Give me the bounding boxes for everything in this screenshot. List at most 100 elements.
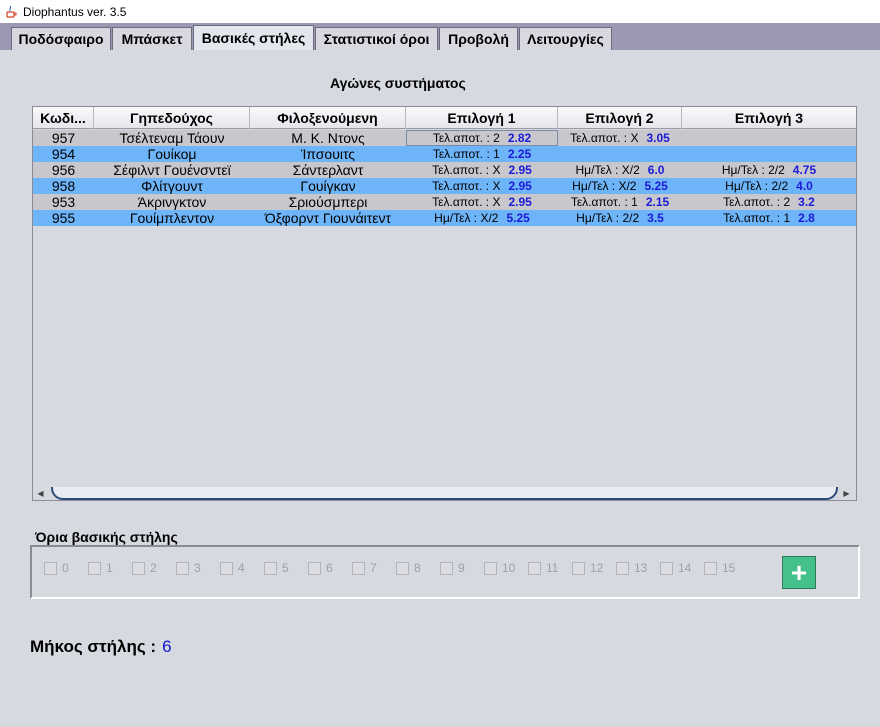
cell-pick-1[interactable]: Τελ.αποτ. : Χ 2.95 — [406, 194, 558, 210]
limit-checkbox-8[interactable]: 8 — [396, 560, 421, 576]
table-header: Κωδι... Γηπεδούχος Φιλοξενούμενη Επιλογή… — [33, 107, 856, 129]
cell-pick-3[interactable]: Ημ/Τελ : 2/2 4.0 — [682, 178, 856, 194]
cell-code[interactable]: 957 — [33, 130, 94, 146]
cell-pick-3[interactable]: Τελ.αποτ. : 1 2.8 — [682, 210, 856, 226]
tab-football[interactable]: Ποδόσφαιρο — [11, 27, 111, 50]
cell-away[interactable]: Μ. Κ. Ντονς — [250, 130, 406, 146]
limit-checkbox-4[interactable]: 4 — [220, 560, 245, 576]
cell-home[interactable]: Γουίμπλεντον — [94, 210, 250, 226]
limit-checkbox-13[interactable]: 13 — [616, 560, 647, 576]
limit-checkbox-1[interactable]: 1 — [88, 560, 113, 576]
cell-pick-2[interactable]: Τελ.αποτ. : 1 2.15 — [558, 194, 682, 210]
cell-away[interactable]: Ίπσουιτς — [250, 146, 406, 162]
cell-pick-3[interactable] — [682, 146, 856, 162]
tab-statistical-terms[interactable]: Στατιστικοί όροι — [315, 27, 438, 50]
cell-home[interactable]: Φλίτγουντ — [94, 178, 250, 194]
cell-pick-3[interactable]: Τελ.αποτ. : 2 3.2 — [682, 194, 856, 210]
pick-label: Ημ/Τελ : Χ/2 — [434, 211, 499, 225]
column-header-pick-1[interactable]: Επιλογή 1 — [406, 107, 558, 129]
checkbox-box[interactable] — [396, 561, 409, 575]
cell-pick-2[interactable]: Τελ.αποτ. : Χ 3.05 — [558, 130, 682, 146]
checkbox-box[interactable] — [528, 561, 541, 575]
limit-checkbox-11[interactable]: 11 — [528, 560, 558, 576]
cell-code[interactable]: 954 — [33, 146, 94, 162]
checkbox-label: 12 — [590, 561, 604, 575]
cell-home[interactable]: Άκρινγκτον — [94, 194, 250, 210]
checkbox-box[interactable] — [220, 561, 233, 575]
checkbox-box[interactable] — [660, 561, 673, 575]
tab-functions[interactable]: Λειτουργίες — [519, 27, 612, 50]
limit-checkbox-5[interactable]: 5 — [264, 560, 289, 576]
column-header-code[interactable]: Κωδι... — [33, 107, 94, 129]
checkbox-box[interactable] — [132, 561, 145, 575]
column-header-pick-3[interactable]: Επιλογή 3 — [682, 107, 856, 129]
java-app-icon — [3, 4, 19, 20]
checkbox-box[interactable] — [176, 561, 189, 575]
cell-pick-1[interactable]: Ημ/Τελ : Χ/2 5.25 — [406, 210, 558, 226]
limit-checkbox-10[interactable]: 10 — [484, 560, 515, 576]
pick-odd-value: 2.82 — [507, 131, 532, 145]
cell-home[interactable]: Τσέλτεναμ Τάουν — [94, 130, 250, 146]
limit-checkbox-12[interactable]: 12 — [572, 560, 603, 576]
pick-label: Τελ.αποτ. : 2 — [723, 195, 791, 209]
table-row[interactable]: 958 Φλίτγουντ Γουίγκαν Τελ.αποτ. : Χ 2.95 Ημ/… — [33, 178, 856, 194]
cell-home[interactable]: Σέφιλντ Γουένσντεϊ — [94, 162, 250, 178]
pick-odd-value: 2.15 — [645, 195, 670, 209]
limit-checkbox-15[interactable]: 15 — [704, 560, 735, 576]
cell-pick-3[interactable] — [682, 130, 856, 146]
cell-pick-2[interactable]: Ημ/Τελ : Χ/2 6.0 — [558, 162, 682, 178]
limit-checkbox-7[interactable]: 7 — [352, 560, 377, 576]
checkbox-box[interactable] — [484, 561, 497, 575]
cell-pick-2[interactable] — [558, 146, 682, 162]
limit-checkbox-3[interactable]: 3 — [176, 560, 201, 576]
cell-pick-2[interactable]: Ημ/Τελ : 2/2 3.5 — [558, 210, 682, 226]
cell-pick-1[interactable]: Τελ.αποτ. : Χ 2.95 — [406, 178, 558, 194]
table-row[interactable]: 954 Γουίκομ Ίπσουιτς Τελ.αποτ. : 1 2.25 — [33, 146, 856, 162]
limit-checkbox-9[interactable]: 9 — [440, 560, 465, 576]
checkbox-box[interactable] — [264, 561, 277, 575]
cell-code[interactable]: 956 — [33, 162, 94, 178]
cell-pick-1[interactable]: Τελ.αποτ. : 1 2.25 — [406, 146, 558, 162]
cell-pick-3[interactable]: Ημ/Τελ : 2/2 4.75 — [682, 162, 856, 178]
cell-pick-1[interactable]: Τελ.αποτ. : 2 2.82 — [406, 130, 558, 146]
column-header-pick-2[interactable]: Επιλογή 2 — [558, 107, 682, 129]
checkbox-label: 7 — [370, 561, 377, 575]
scrollbar-thumb[interactable] — [51, 487, 838, 500]
checkbox-label: 2 — [150, 561, 157, 575]
checkbox-box[interactable] — [44, 561, 57, 575]
table-row[interactable]: 957 Τσέλτεναμ Τάουν Μ. Κ. Ντονς Τελ.αποτ. :… — [33, 130, 856, 146]
column-header-home[interactable]: Γηπεδούχος — [94, 107, 250, 129]
column-header-away[interactable]: Φιλοξενούμενη — [250, 107, 406, 129]
cell-pick-1[interactable]: Τελ.αποτ. : Χ 2.95 — [406, 162, 558, 178]
horizontal-scrollbar[interactable]: ◀ ▶ — [33, 487, 856, 500]
limit-checkbox-14[interactable]: 14 — [660, 560, 691, 576]
checkbox-box[interactable] — [616, 561, 629, 575]
tab-view[interactable]: Προβολή — [439, 27, 518, 50]
cell-pick-2[interactable]: Ημ/Τελ : Χ/2 5.25 — [558, 178, 682, 194]
checkbox-box[interactable] — [440, 561, 453, 575]
cell-away[interactable]: Σριούσμπερι — [250, 194, 406, 210]
cell-away[interactable]: Όξφορντ Γιουνάιτεντ — [250, 210, 406, 226]
limit-checkbox-2[interactable]: 2 — [132, 560, 157, 576]
tab-basketball[interactable]: Μπάσκετ — [112, 27, 192, 50]
checkbox-box[interactable] — [572, 561, 585, 575]
checkbox-box[interactable] — [88, 561, 101, 575]
cell-code[interactable]: 955 — [33, 210, 94, 226]
checkbox-box[interactable] — [352, 561, 365, 575]
scroll-left-icon[interactable]: ◀ — [33, 487, 48, 500]
scroll-right-icon[interactable]: ▶ — [839, 487, 854, 500]
cell-away[interactable]: Σάντερλαντ — [250, 162, 406, 178]
cell-code[interactable]: 953 — [33, 194, 94, 210]
limit-checkbox-6[interactable]: 6 — [308, 560, 333, 576]
table-row[interactable]: 955 Γουίμπλεντον Όξφορντ Γιουνάιτεντ Ημ/Τελ… — [33, 210, 856, 226]
table-row[interactable]: 953 Άκρινγκτον Σριούσμπερι Τελ.αποτ. : Χ 2.9… — [33, 194, 856, 210]
cell-home[interactable]: Γουίκομ — [94, 146, 250, 162]
cell-away[interactable]: Γουίγκαν — [250, 178, 406, 194]
table-row[interactable]: 956 Σέφιλντ Γουένσντεϊ Σάντερλαντ Τελ.αποτ.… — [33, 162, 856, 178]
checkbox-box[interactable] — [704, 561, 717, 575]
checkbox-box[interactable] — [308, 561, 321, 575]
tab-basic-columns[interactable]: Βασικές στήλες — [193, 25, 314, 50]
cell-code[interactable]: 958 — [33, 178, 94, 194]
add-button[interactable]: + — [782, 556, 816, 589]
limit-checkbox-0[interactable]: 0 — [44, 560, 69, 576]
